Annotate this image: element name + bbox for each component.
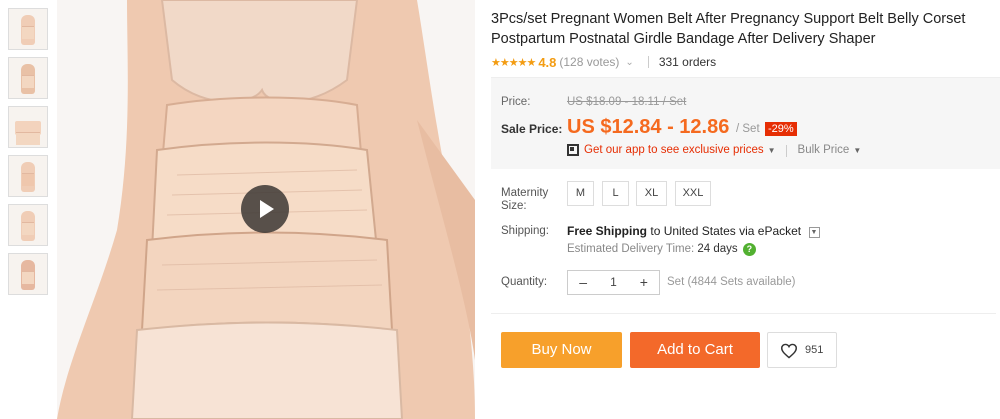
quantity-decrease-button[interactable]: – [568, 271, 598, 294]
shipping-country[interactable]: United States [664, 224, 736, 238]
discount-badge: -29% [765, 122, 797, 136]
thumbnail-5[interactable] [8, 204, 48, 246]
app-promo-link[interactable]: Get our app to see exclusive prices [584, 144, 764, 156]
sale-price: US $12.84 - 12.86 [567, 116, 730, 138]
shipping-label: Shipping: [501, 225, 549, 237]
divider [647, 56, 649, 68]
free-shipping: Free Shipping [567, 224, 648, 238]
shipping-info: Free Shipping to United States via ePack… [567, 224, 820, 238]
thumbnail-strip [8, 8, 50, 302]
dropdown-icon[interactable]: ▼ [768, 146, 776, 155]
product-details: 3Pcs/set Pregnant Women Belt After Pregn… [491, 9, 996, 71]
orders-count: 331 orders [658, 55, 717, 69]
thumbnail-4[interactable] [8, 155, 48, 197]
price-unit: / Set [736, 123, 760, 135]
delivery-days: 24 days [697, 243, 738, 255]
question-icon[interactable]: ? [742, 243, 756, 256]
star-rating-icon: ★★★★★ [491, 56, 536, 69]
main-product-image[interactable] [57, 0, 475, 419]
delivery-estimate-label: Estimated Delivery Time: [567, 243, 695, 255]
price-label: Price: [501, 96, 531, 108]
app-promo-row: Get our app to see exclusive prices ▼ Bu… [567, 144, 861, 157]
product-title: 3Pcs/set Pregnant Women Belt After Pregn… [491, 11, 966, 47]
buy-now-button[interactable]: Buy Now [501, 332, 622, 368]
shipping-method: via ePacket [739, 224, 802, 238]
qr-code-icon [567, 144, 579, 156]
chevron-down-icon[interactable]: ⌄ [625, 57, 633, 68]
size-option-l[interactable]: L [602, 181, 629, 206]
heart-icon [780, 343, 798, 359]
delivery-estimate: Estimated Delivery Time: 24 days ? [567, 243, 756, 256]
price-box: Price: US $18.09 - 18.11 / Set Sale Pric… [491, 77, 1000, 169]
quantity-label: Quantity: [501, 276, 548, 288]
sale-price-label: Sale Price: [501, 122, 563, 136]
rating-value: 4.8 [538, 54, 557, 70]
size-option-m[interactable]: M [567, 181, 594, 206]
thumbnail-6[interactable] [8, 253, 48, 295]
quantity-stepper: – 1 + [567, 270, 660, 295]
size-option-xxl[interactable]: XXL [675, 181, 711, 206]
dropdown-icon[interactable]: ▼ [853, 146, 861, 155]
thumbnail-3[interactable] [8, 106, 48, 148]
wishlist-button[interactable]: 951 [767, 332, 837, 368]
wishlist-count: 951 [805, 344, 824, 356]
add-to-cart-button[interactable]: Add to Cart [630, 332, 760, 368]
quantity-increase-button[interactable]: + [629, 271, 659, 294]
original-price: US $18.09 - 18.11 / Set [567, 96, 687, 108]
shipping-dropdown-icon[interactable]: ▼ [808, 227, 820, 238]
thumbnail-2[interactable] [8, 57, 48, 99]
rating-row: ★★★★★ 4.8 (128 votes) ⌄ 331 orders [491, 53, 996, 71]
play-video-button[interactable] [241, 185, 289, 233]
bulk-price-link[interactable]: Bulk Price [785, 144, 849, 157]
votes-count[interactable]: (128 votes) [559, 55, 619, 69]
size-option-xl[interactable]: XL [636, 181, 667, 206]
thumbnail-1[interactable] [8, 8, 48, 50]
quantity-input[interactable]: 1 [598, 271, 628, 294]
shipping-to: to [650, 224, 661, 238]
quantity-available: Set (4844 Sets available) [667, 276, 796, 288]
divider [491, 313, 996, 314]
size-label: Maternity Size: [501, 187, 549, 212]
